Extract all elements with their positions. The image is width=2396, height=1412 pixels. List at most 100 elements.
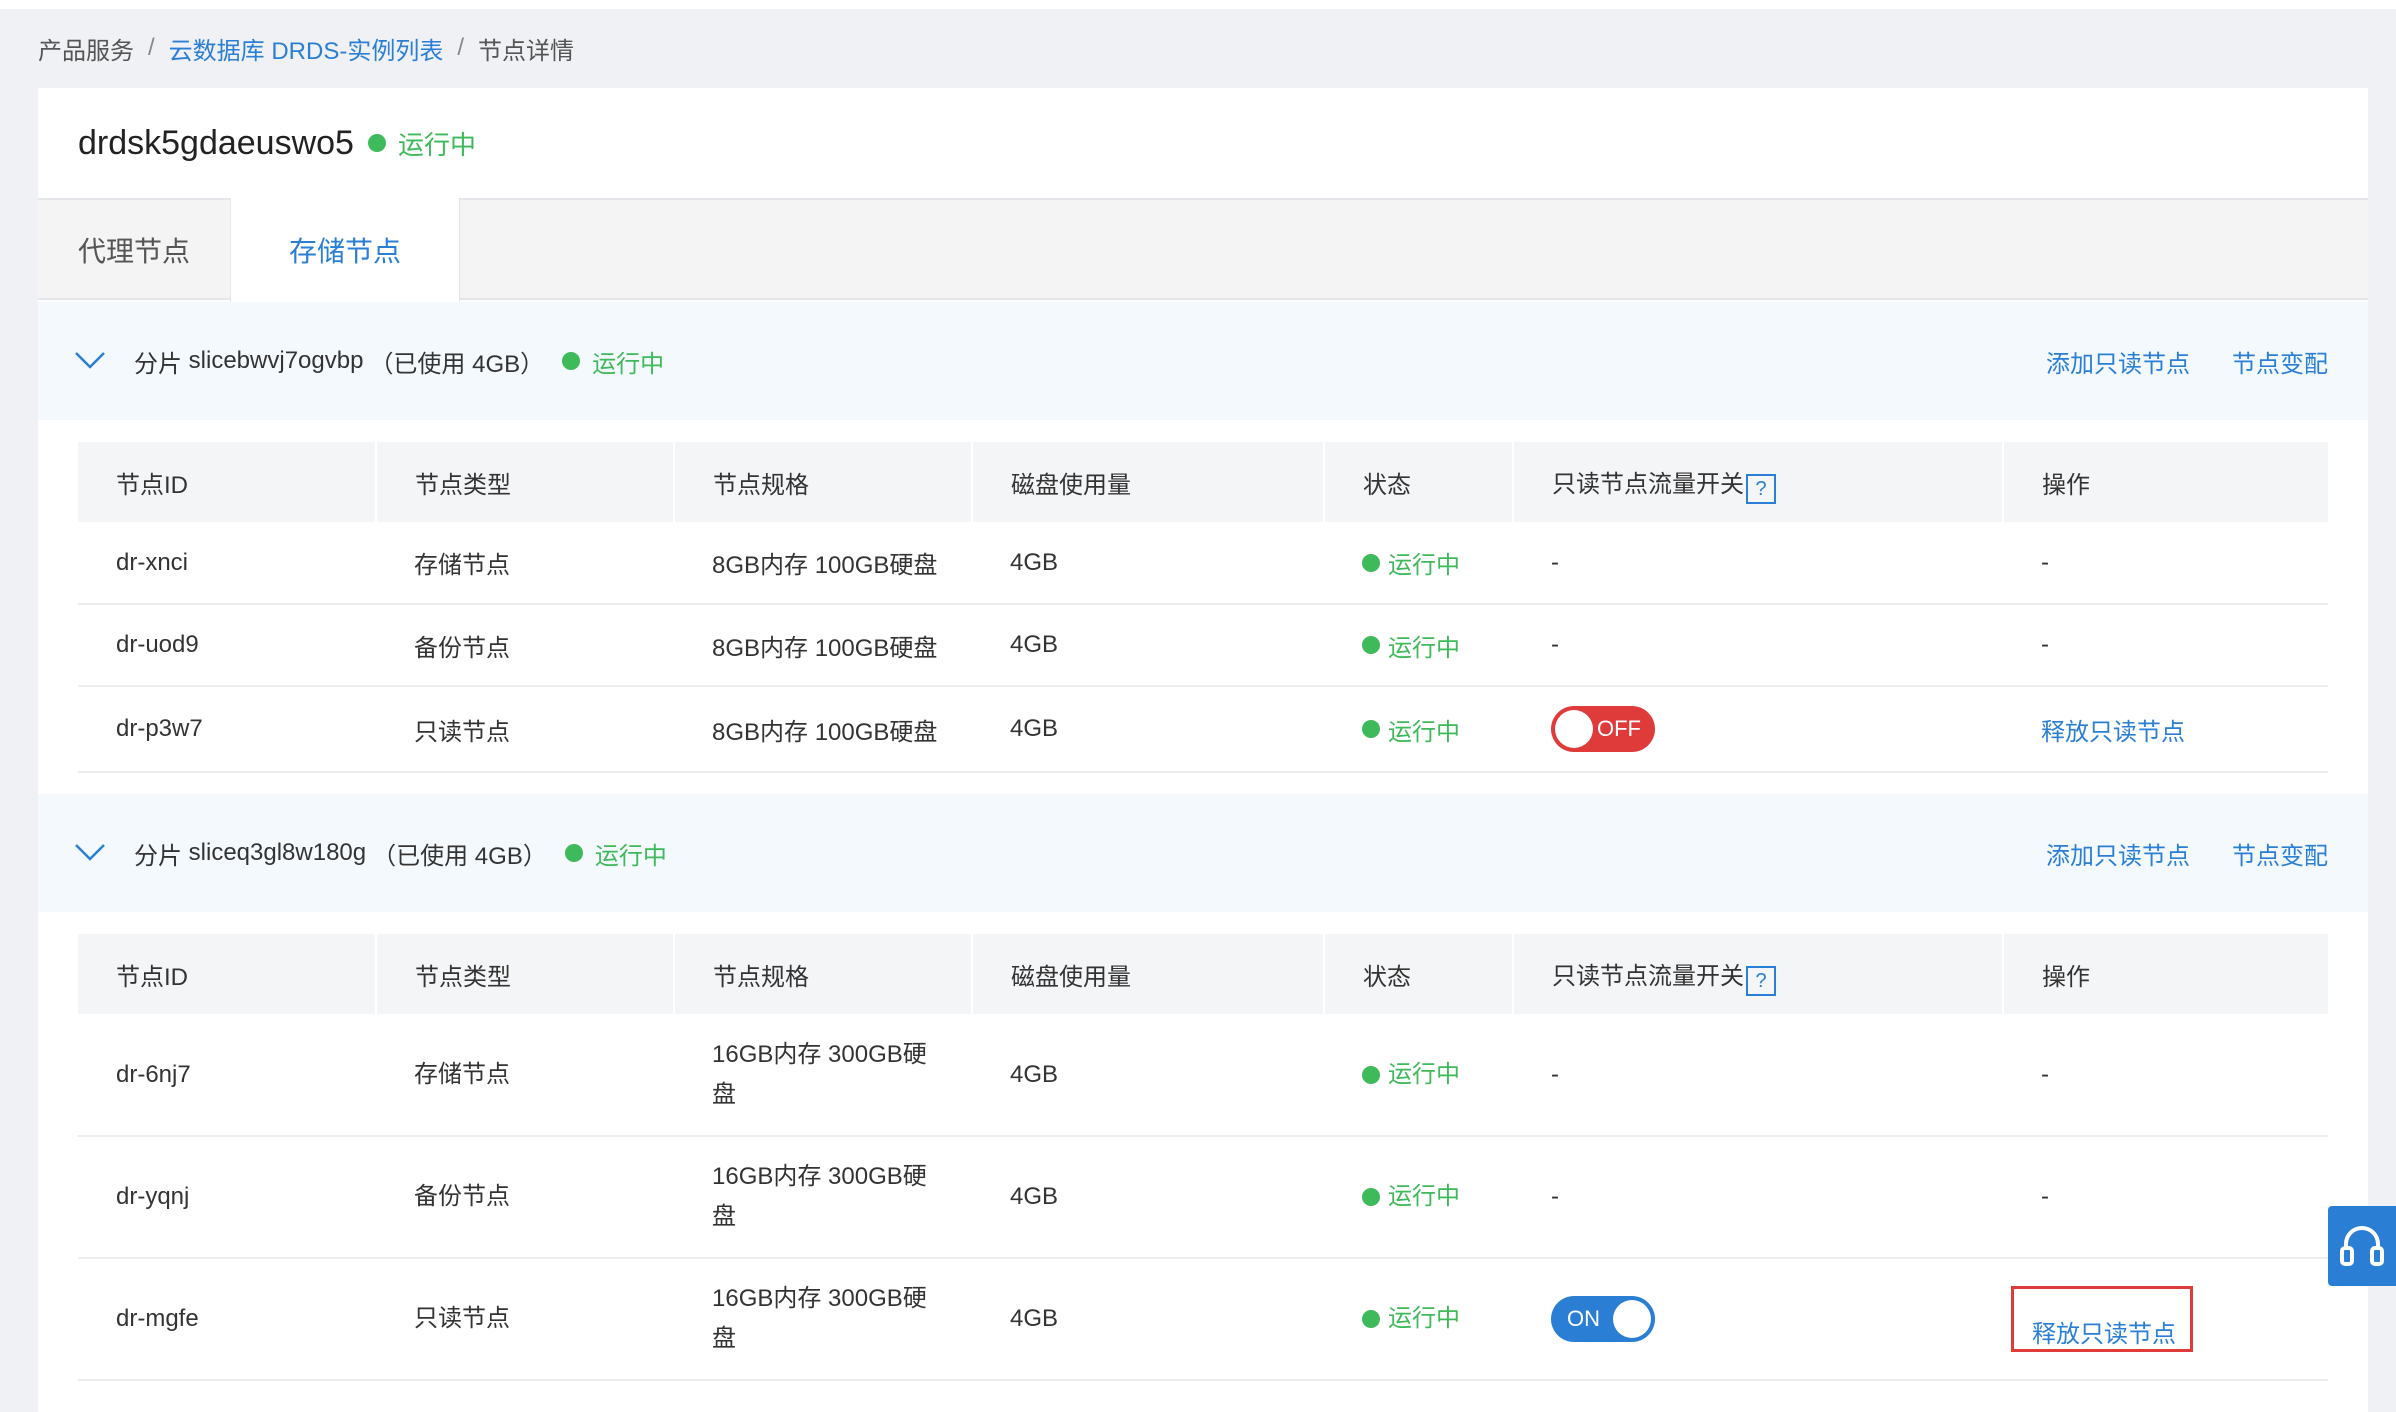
readonly-traffic-toggle[interactable]: OFF <box>1551 706 1655 752</box>
status-dot-icon <box>1362 553 1380 572</box>
node-id: dr-xnci <box>78 522 376 605</box>
node-status-cell: 运行中 <box>1324 686 1513 773</box>
breadcrumb-instance-list[interactable]: 云数据库 DRDS-实例列表 <box>169 31 444 66</box>
operation-cell: - <box>2003 1014 2328 1137</box>
breadcrumb-separator: / <box>457 34 465 61</box>
operation-cell: - <box>2003 522 2328 605</box>
node-type: 只读节点 <box>376 1258 674 1381</box>
node-table: 节点ID 节点类型 节点规格 磁盘使用量 状态 只读节点流量开关? 操作 dr-… <box>78 934 2328 1381</box>
column-header-disk-usage: 磁盘使用量 <box>972 934 1325 1014</box>
node-status-cell: 运行中 <box>1324 604 1513 687</box>
change-node-spec-button[interactable]: 节点变配 <box>2232 836 2328 871</box>
node-spec: 8GB内存 100GB硬盘 <box>674 686 972 773</box>
shard-title: 分片 sliceq3gl8w180g （已使用 4GB） 运行中 <box>134 794 667 912</box>
node-spec: 8GB内存 100GB硬盘 <box>674 604 972 687</box>
toggle-label: OFF <box>1597 716 1641 741</box>
shard-prefix: 分片 <box>134 842 182 870</box>
toggle-knob <box>1555 710 1593 748</box>
shard-header: 分片 slicebwvj7ogvbp （已使用 4GB） 运行中 添加只读节点 … <box>38 302 2368 420</box>
shard-header: 分片 sliceq3gl8w180g （已使用 4GB） 运行中 添加只读节点 … <box>38 794 2368 912</box>
shard-actions: 添加只读节点 节点变配 <box>2046 794 2328 912</box>
shard-name: slicebwvj7ogvbp <box>188 347 364 374</box>
operation-cell: 释放只读节点 <box>2003 686 2328 773</box>
tab-proxy-nodes[interactable]: 代理节点 <box>38 198 230 302</box>
node-status-cell: 运行中 <box>1324 1136 1513 1259</box>
tab-bar: 代理节点 存储节点 <box>38 198 2368 302</box>
headset-icon <box>2340 1226 2384 1266</box>
status-dot-icon <box>562 352 581 370</box>
node-id: dr-mgfe <box>78 1258 376 1381</box>
node-spec: 16GB内存 300GB硬盘 <box>712 1285 927 1352</box>
shard-usage: （已使用 4GB） <box>372 842 547 870</box>
node-table: 节点ID 节点类型 节点规格 磁盘使用量 状态 只读节点流量开关? 操作 dr-… <box>78 442 2328 773</box>
node-id: dr-p3w7 <box>78 686 376 773</box>
node-status-cell: 运行中 <box>1324 1014 1513 1137</box>
node-type: 存储节点 <box>376 522 674 605</box>
column-header-node-spec: 节点规格 <box>674 934 973 1014</box>
main-panel: drdsk5gdaeuswo5 运行中 代理节点 存储节点 分片 slicebw… <box>38 88 2368 1412</box>
operation-cell: - <box>2003 1136 2328 1259</box>
change-node-spec-button[interactable]: 节点变配 <box>2232 344 2328 379</box>
instance-status: 运行中 <box>397 129 476 160</box>
status-dot-icon <box>1362 1065 1380 1084</box>
top-strip <box>0 0 2396 9</box>
shard-actions: 添加只读节点 节点变配 <box>2046 302 2328 420</box>
breadcrumb-separator: / <box>148 34 155 61</box>
status-dot-icon <box>367 134 386 152</box>
table-row: dr-uod9 备份节点 8GB内存 100GB硬盘 4GB 运行中 - - <box>78 604 2328 687</box>
status-dot-icon <box>1362 1188 1380 1206</box>
node-spec-cell: 16GB内存 300GB硬盘 <box>674 1258 972 1381</box>
status-dot-icon <box>564 844 583 862</box>
node-spec: 8GB内存 100GB硬盘 <box>674 522 972 605</box>
readonly-switch-cell: - <box>1513 1014 2003 1137</box>
add-readonly-node-button[interactable]: 添加只读节点 <box>2046 344 2190 379</box>
node-status-cell: 运行中 <box>1324 1258 1513 1381</box>
breadcrumb-node-detail: 节点详情 <box>478 37 575 65</box>
release-readonly-node-button[interactable]: 释放只读节点 <box>2041 719 2185 746</box>
shard-status: 运行中 <box>592 350 665 378</box>
breadcrumb-products[interactable]: 产品服务 <box>38 31 134 66</box>
node-spec: 16GB内存 300GB硬盘 <box>712 1040 927 1108</box>
highlight-box: 释放只读节点 <box>2011 1285 2193 1352</box>
help-icon[interactable]: ? <box>1746 474 1776 505</box>
disk-usage: 4GB <box>972 1136 1324 1259</box>
support-button[interactable] <box>2328 1206 2396 1286</box>
help-icon[interactable]: ? <box>1746 966 1776 997</box>
column-header-readonly-switch: 只读节点流量开关? <box>1513 934 2004 1014</box>
operation-cell: 释放只读节点 <box>2003 1258 2328 1381</box>
table-row: dr-yqnj 备份节点 16GB内存 300GB硬盘 4GB 运行中 - - <box>78 1136 2328 1259</box>
column-header-node-spec: 节点规格 <box>674 442 973 522</box>
shard-usage: （已使用 4GB） <box>369 350 545 378</box>
chevron-down-icon[interactable] <box>74 350 106 370</box>
operation-cell: - <box>2003 604 2328 687</box>
node-type: 备份节点 <box>376 1136 674 1259</box>
column-header-readonly-switch: 只读节点流量开关? <box>1513 442 2004 522</box>
node-type: 存储节点 <box>376 1014 674 1137</box>
table-header-row: 节点ID 节点类型 节点规格 磁盘使用量 状态 只读节点流量开关? 操作 <box>78 934 2328 1014</box>
chevron-down-icon[interactable] <box>74 842 106 862</box>
readonly-switch-cell: OFF <box>1513 686 2003 773</box>
shard-prefix: 分片 <box>134 350 182 378</box>
column-header-operation: 操作 <box>2003 934 2328 1014</box>
node-id: dr-6nj7 <box>78 1014 376 1137</box>
table-row: dr-mgfe 只读节点 16GB内存 300GB硬盘 4GB 运行中 ON 释… <box>78 1258 2328 1381</box>
disk-usage: 4GB <box>972 604 1324 687</box>
column-header-operation: 操作 <box>2003 442 2328 522</box>
node-status: 运行中 <box>1388 1183 1460 1210</box>
node-status: 运行中 <box>1388 1060 1460 1088</box>
column-header-readonly-switch-label: 只读节点流量开关 <box>1552 962 1744 990</box>
disk-usage: 4GB <box>972 522 1324 605</box>
node-id: dr-uod9 <box>78 604 376 687</box>
column-header-node-type: 节点类型 <box>376 934 675 1014</box>
column-header-status: 状态 <box>1324 934 1514 1014</box>
release-readonly-node-button[interactable]: 释放只读节点 <box>2032 1321 2176 1348</box>
table-row: dr-xnci 存储节点 8GB内存 100GB硬盘 4GB 运行中 - - <box>78 522 2328 605</box>
status-dot-icon <box>1362 636 1380 654</box>
column-header-readonly-switch-label: 只读节点流量开关 <box>1552 470 1744 498</box>
disk-usage: 4GB <box>972 1258 1324 1381</box>
tab-storage-nodes[interactable]: 存储节点 <box>230 198 460 302</box>
instance-header: drdsk5gdaeuswo5 运行中 <box>38 88 2368 198</box>
column-header-node-type: 节点类型 <box>376 442 675 522</box>
add-readonly-node-button[interactable]: 添加只读节点 <box>2046 836 2190 871</box>
readonly-traffic-toggle[interactable]: ON <box>1551 1296 1655 1342</box>
